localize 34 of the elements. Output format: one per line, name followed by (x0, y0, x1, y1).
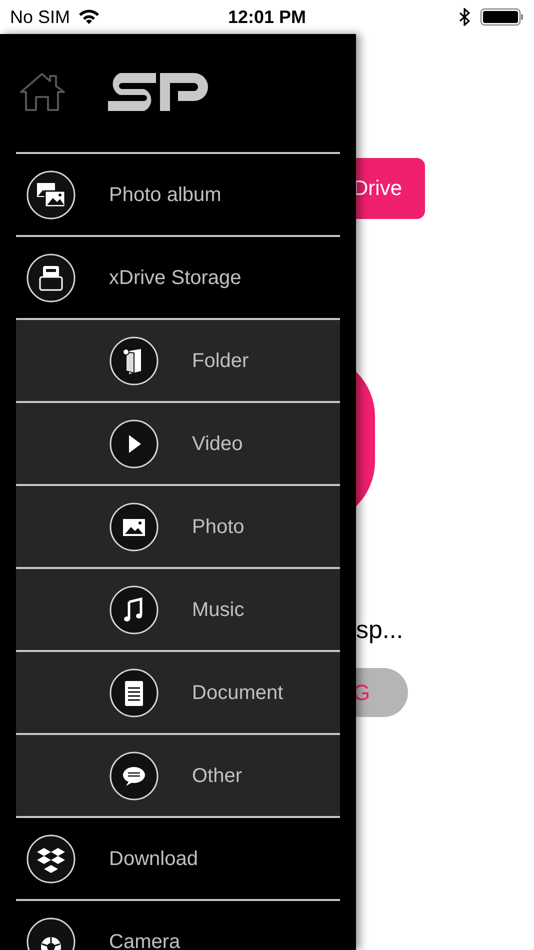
drive-icon (26, 252, 76, 302)
submenu-item[interactable]: Other (16, 733, 340, 816)
menu-label: Download (109, 846, 198, 872)
music-icon (109, 584, 159, 634)
photos-icon (26, 170, 76, 220)
menu-label: Other (192, 764, 242, 788)
carrier-text: No SIM (10, 6, 70, 28)
submenu-item[interactable]: Document (16, 650, 340, 733)
dropbox-icon (26, 834, 76, 884)
home-icon[interactable] (18, 72, 66, 112)
document-icon (109, 668, 159, 718)
menu-label: Folder (192, 348, 249, 374)
menu-label: Video (192, 432, 243, 456)
chat-icon (109, 750, 159, 800)
image-icon (109, 502, 159, 552)
status-text: sp... (356, 615, 404, 646)
menu-label: Music (192, 598, 244, 622)
play-icon (109, 418, 159, 468)
menu-label: Photo (192, 514, 244, 540)
folder-icon (109, 336, 159, 386)
submenu-item[interactable]: Photo (16, 484, 340, 567)
menu-item[interactable]: Camera (16, 899, 340, 950)
menu-label: Camera (109, 930, 180, 950)
submenu-item[interactable]: Video (16, 401, 340, 484)
wifi-icon (78, 9, 100, 25)
bluetooth-icon (459, 8, 470, 26)
menu-label: Document (192, 680, 284, 706)
submenu-item[interactable]: Music (16, 567, 340, 650)
submenu-item[interactable]: Folder (16, 318, 340, 401)
menu-label: Photo album (109, 182, 222, 208)
battery-icon (480, 8, 524, 26)
clock-text: 12:01 PM (228, 6, 306, 28)
menu-label: xDrive Storage (109, 266, 242, 290)
logo-icon (108, 73, 208, 111)
